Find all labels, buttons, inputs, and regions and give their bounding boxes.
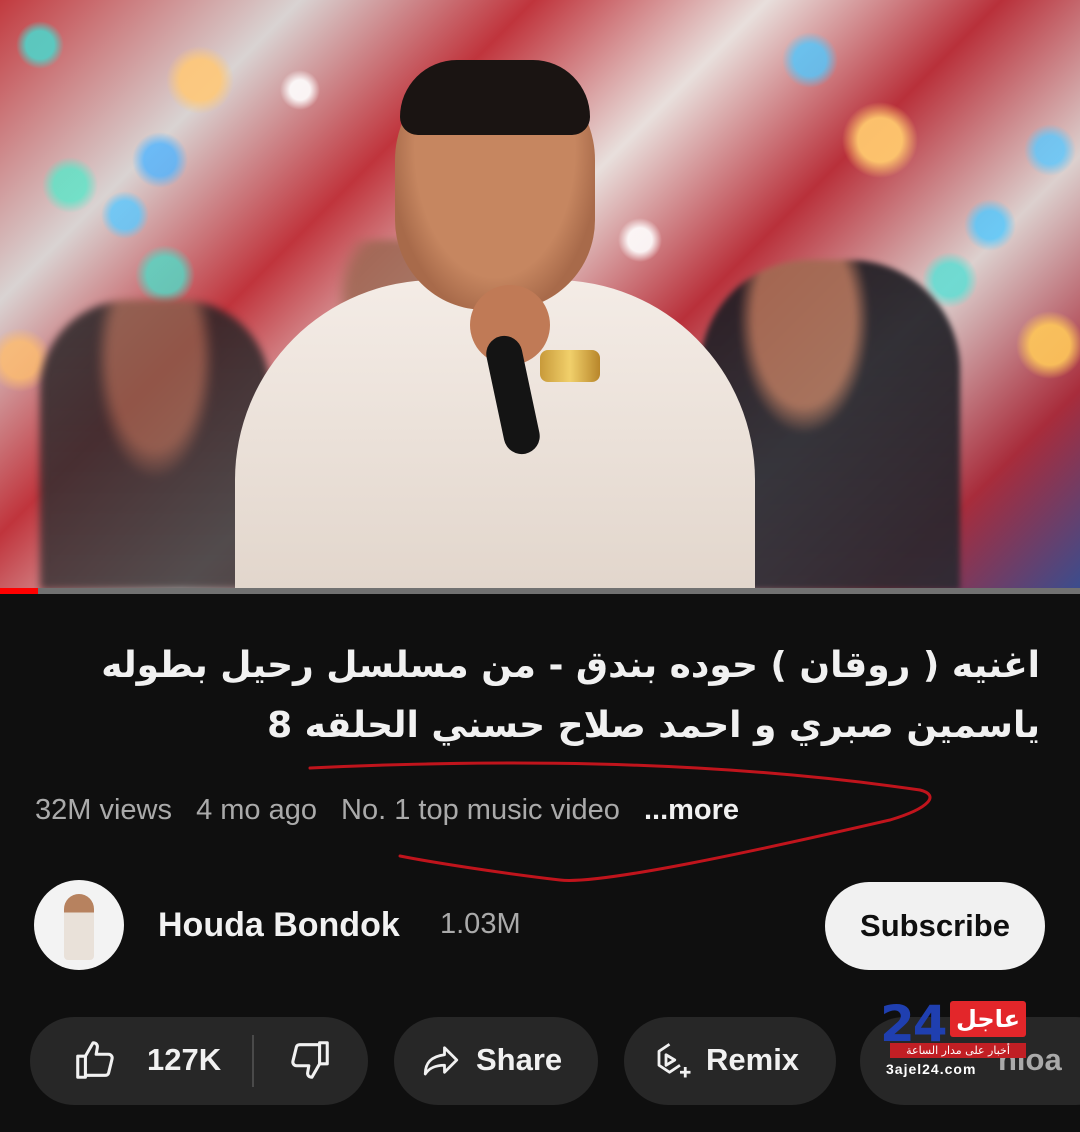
more-button[interactable]: ...more	[644, 794, 739, 826]
pill-divider	[252, 1035, 254, 1087]
subscribe-button[interactable]: Subscribe	[825, 882, 1045, 970]
video-meta[interactable]: 32M views 4 mo ago No. 1 top music video…	[35, 794, 739, 827]
like-dislike-pill: 127K	[30, 1017, 368, 1105]
share-label: Share	[476, 1042, 563, 1077]
video-title[interactable]: اغنيه ( روقان ) حوده بندق - من مسلسل رحي…	[30, 636, 1040, 756]
thumbs-down-icon[interactable]	[287, 1037, 333, 1083]
remix-icon	[652, 1039, 694, 1081]
remix-button[interactable]: Remix	[624, 1017, 836, 1105]
video-progress-fill	[0, 588, 38, 594]
channel-avatar[interactable]	[34, 880, 124, 970]
video-player[interactable]	[0, 0, 1080, 590]
chart-rank: No. 1 top music video	[341, 794, 620, 826]
video-progress-bar[interactable]	[0, 588, 1080, 594]
watermark-logo: 24 عاجل أخبار على مدار الساعة 3ajel24.co…	[880, 995, 1030, 1085]
subscriber-count: 1.03M	[440, 908, 521, 940]
share-button[interactable]: Share	[394, 1017, 598, 1105]
like-count[interactable]: 127K	[147, 1042, 221, 1078]
share-arrow-icon	[420, 1039, 462, 1081]
thumbs-up-icon[interactable]	[72, 1037, 118, 1083]
remix-label: Remix	[706, 1042, 800, 1077]
channel-name[interactable]: Houda Bondok	[158, 906, 400, 945]
view-count: 32M views	[35, 794, 172, 826]
upload-age: 4 mo ago	[196, 794, 317, 826]
